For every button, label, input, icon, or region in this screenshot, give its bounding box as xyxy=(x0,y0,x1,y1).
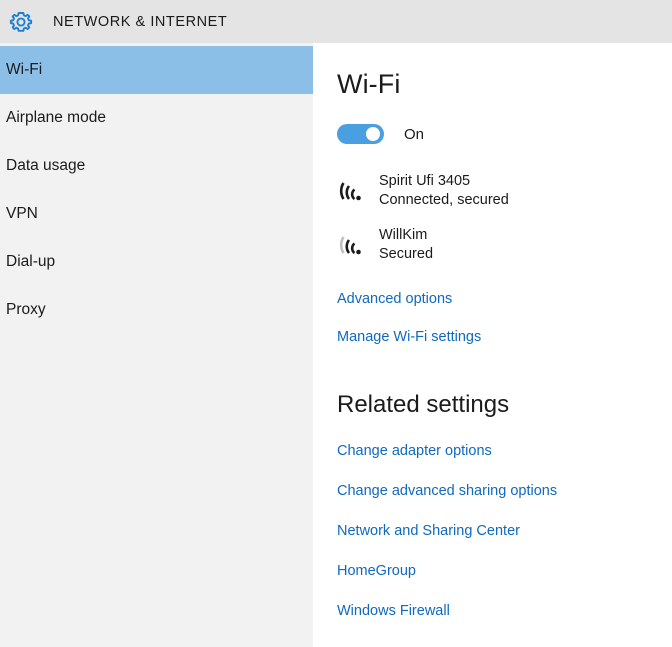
wifi-toggle-row: On xyxy=(337,124,672,144)
sidebar-item-label: Dial-up xyxy=(6,253,56,270)
link-advanced-options[interactable]: Advanced options xyxy=(337,290,672,308)
network-list-item[interactable]: Spirit Ufi 3405 Connected, secured xyxy=(337,168,672,214)
network-name: Spirit Ufi 3405 xyxy=(379,173,471,189)
wifi-toggle-state-label: On xyxy=(404,125,425,143)
link-manage-wifi-settings[interactable]: Manage Wi-Fi settings xyxy=(337,328,672,346)
network-text-block: Spirit Ufi 3405 Connected, secured xyxy=(379,172,509,210)
sidebar-item-wi-fi[interactable]: Wi-Fi xyxy=(0,46,313,94)
network-text-block: WillKim Secured xyxy=(379,226,433,264)
settings-content: Wi-Fi On Spirit Ufi 3405 Connected, secu… xyxy=(313,43,672,647)
related-settings-links: Change adapter options Change advanced s… xyxy=(337,442,672,620)
wifi-network-list: Spirit Ufi 3405 Connected, secured WillK… xyxy=(337,168,672,268)
sidebar-item-dial-up[interactable]: Dial-up xyxy=(0,238,313,286)
sidebar-item-vpn[interactable]: VPN xyxy=(0,190,313,238)
sidebar-item-proxy[interactable]: Proxy xyxy=(0,286,313,334)
sidebar-item-label: Proxy xyxy=(6,301,46,318)
link-windows-firewall[interactable]: Windows Firewall xyxy=(337,602,672,620)
wifi-toggle-switch[interactable] xyxy=(337,124,384,144)
wifi-signal-icon xyxy=(339,182,361,201)
link-network-and-sharing-center[interactable]: Network and Sharing Center xyxy=(337,522,672,540)
sidebar-item-label: VPN xyxy=(6,205,38,222)
page-title: NETWORK & INTERNET xyxy=(53,13,228,30)
settings-sidebar: Wi-Fi Airplane mode Data usage VPN Dial-… xyxy=(0,43,313,647)
network-status: Connected, secured xyxy=(379,192,509,208)
wifi-signal-icon xyxy=(339,236,361,255)
network-name: WillKim xyxy=(379,227,428,243)
network-status: Secured xyxy=(379,246,434,262)
link-homegroup[interactable]: HomeGroup xyxy=(337,562,672,580)
wifi-page-heading: Wi-Fi xyxy=(337,69,401,99)
sidebar-item-airplane-mode[interactable]: Airplane mode xyxy=(0,94,313,142)
link-change-advanced-sharing-options[interactable]: Change advanced sharing options xyxy=(337,482,672,500)
link-change-adapter-options[interactable]: Change adapter options xyxy=(337,442,672,460)
sidebar-item-label: Wi-Fi xyxy=(6,61,43,78)
sidebar-item-data-usage[interactable]: Data usage xyxy=(0,142,313,190)
wifi-links-group: Advanced options Manage Wi-Fi settings xyxy=(337,290,672,346)
toggle-knob xyxy=(366,127,380,141)
network-list-item[interactable]: WillKim Secured xyxy=(337,222,672,268)
gear-icon[interactable] xyxy=(8,9,34,35)
sidebar-item-label: Airplane mode xyxy=(6,109,106,126)
related-settings-heading: Related settings xyxy=(337,391,510,418)
app-header: NETWORK & INTERNET xyxy=(0,0,672,43)
sidebar-item-label: Data usage xyxy=(6,157,86,174)
